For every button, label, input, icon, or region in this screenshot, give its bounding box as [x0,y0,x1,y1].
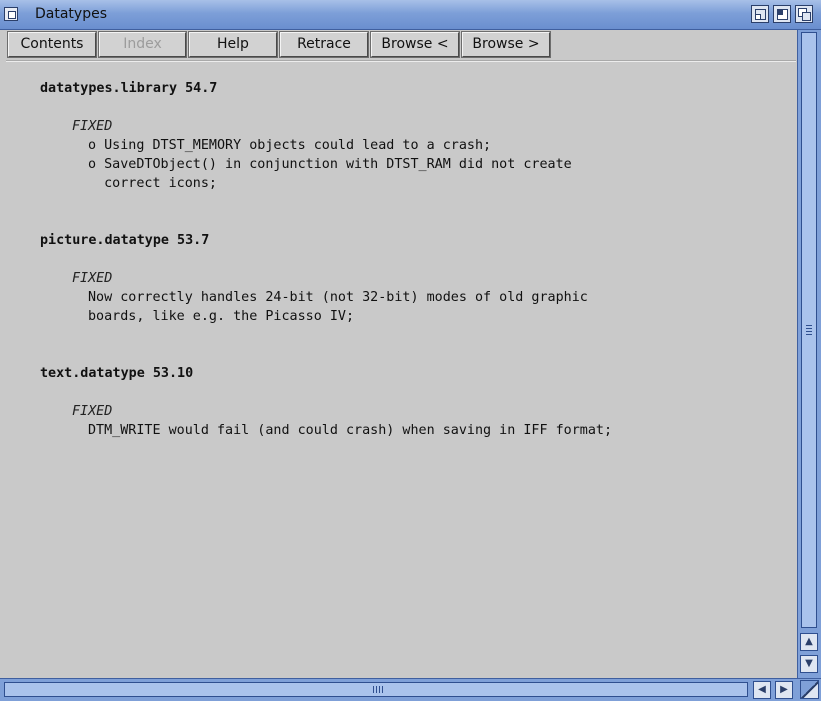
description-line: boards, like e.g. the Picasso IV; [88,309,355,324]
section-heading: picture.datatype 53.7 [40,233,210,248]
fixed-tag: FIXED [72,271,113,286]
horizontal-scrollbar[interactable]: ◀ ▶ [0,678,821,701]
section-heading: datatypes.library 54.7 [40,81,218,96]
vertical-scrollbar[interactable]: ▲ ▼ [797,30,821,678]
vertical-scroll-knob[interactable] [801,32,817,628]
depth-icon[interactable] [795,5,813,23]
contents-button[interactable]: Contents [7,31,97,58]
arrow-left-icon[interactable]: ◀ [753,681,771,699]
retrace-button[interactable]: Retrace [279,31,369,58]
help-button[interactable]: Help [188,31,278,58]
list-item: o SaveDTObject() in conjunction with DTS… [88,157,572,172]
section-heading: text.datatype 53.10 [40,366,194,381]
list-item-continuation: correct icons; [88,176,217,191]
zoom-icon[interactable] [773,5,791,23]
grip-icon [373,686,383,693]
description-line: DTM_WRITE would fail (and could crash) w… [88,423,613,438]
document-view[interactable]: datatypes.library 54.7 FIXED o Using DTS… [0,62,796,676]
window-title: Datatypes [35,6,107,22]
fixed-tag: FIXED [72,119,113,134]
arrow-up-icon[interactable]: ▲ [800,633,818,651]
description-line: Now correctly handles 24-bit (not 32-bit… [88,290,588,305]
iconify-icon[interactable] [751,5,769,23]
close-icon[interactable] [4,7,18,21]
arrow-right-icon[interactable]: ▶ [775,681,793,699]
list-item: o Using DTST_MEMORY objects could lead t… [88,138,492,153]
fixed-tag: FIXED [72,404,113,419]
browse-prev-button[interactable]: Browse < [370,31,460,58]
browse-next-button[interactable]: Browse > [461,31,551,58]
window-titlebar[interactable]: Datatypes [0,0,821,30]
index-button[interactable]: Index [98,31,187,58]
arrow-down-icon[interactable]: ▼ [800,655,818,673]
horizontal-scroll-knob[interactable] [4,682,748,697]
grip-icon [806,325,812,335]
resize-icon[interactable] [800,680,819,699]
